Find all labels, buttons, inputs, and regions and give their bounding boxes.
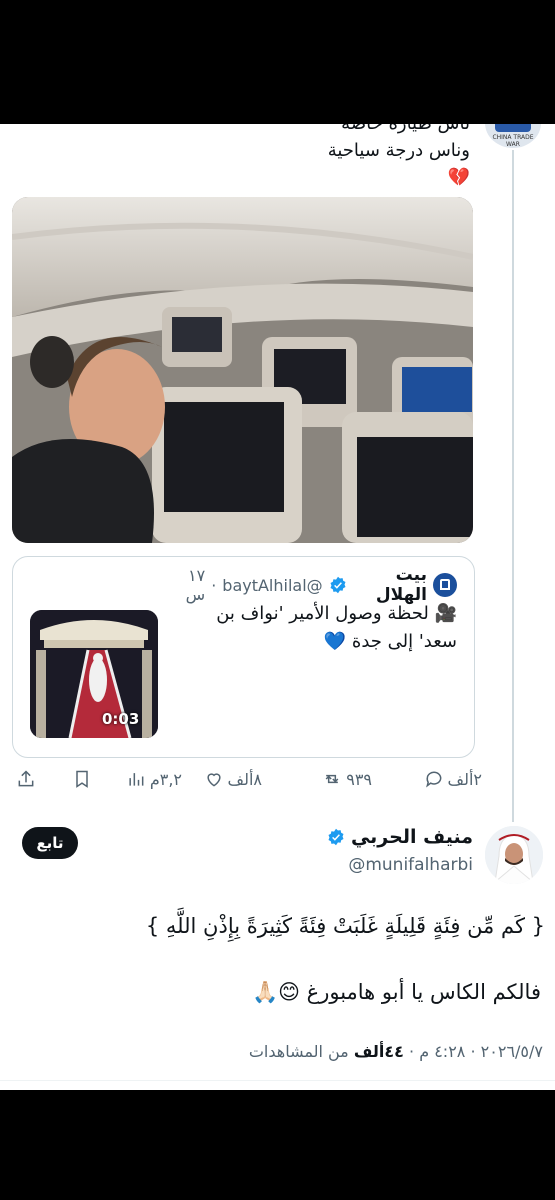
bookmark-button[interactable] [72, 764, 92, 794]
quoted-video-thumbnail[interactable]: 0:03 [30, 610, 158, 738]
reply-count: ٢ألف [447, 769, 482, 789]
reply-icon [425, 771, 441, 788]
reply-button[interactable]: ٢ألف [424, 764, 482, 794]
quoted-text-line2: سعد' إلى جدة 💙 [323, 631, 457, 652]
quoted-handle: @baytAlhilal [222, 575, 323, 595]
quoted-time: ١٧ س [185, 566, 206, 604]
tweet-action-bar: ٢ألف ٩٣٩ ٨ألف ٣,٢م [12, 764, 482, 794]
top-black-band-mask [0, 0, 555, 124]
tweet-text-emoji: 💔 [447, 167, 470, 188]
meta-dot: · [409, 1042, 415, 1061]
tweet-text-line2: وناس درجة سياحية [327, 140, 470, 161]
verified-badge-icon [328, 828, 344, 846]
bottom-black-band [0, 1090, 555, 1200]
quoted-name: بيت الهلال [375, 565, 427, 605]
thread-line [512, 150, 514, 822]
retweet-count: ٩٣٩ [346, 769, 372, 789]
share-button[interactable] [16, 764, 36, 794]
reply-text-line2: فالكم الكاس يا أبو هامبورغ 😊🙏🏻 [251, 980, 541, 1004]
views-count: ٣,٢م [149, 769, 182, 789]
quoted-avatar-logo-icon[interactable] [433, 573, 457, 597]
airplane-cabin-image [12, 197, 473, 543]
quoted-tweet-header: بيت الهلال @baytAlhilal · ١٧ س [170, 565, 457, 605]
share-icon [18, 770, 34, 787]
reply-author-name-row: منيف الحربي [327, 826, 473, 848]
like-button[interactable]: ٨ألف [204, 764, 262, 794]
bookmark-icon [76, 770, 88, 788]
reply-text-line1: { كَم مِّن فِئَةٍ قَلِيلَةٍ غَلَبَتْ فِئ… [145, 914, 545, 938]
tweet-photo[interactable] [12, 197, 473, 543]
reply-views-count: ٤٤ألف [353, 1042, 404, 1061]
views-button[interactable]: ٣,٢م [126, 764, 182, 794]
divider [0, 1080, 555, 1081]
avatar-caption: CHINA TRADE WAR [492, 134, 534, 148]
bar-chart-icon [129, 773, 144, 786]
reply-meta: ٢٠٢٦/٥/٧ · ٤:٢٨ م · ٤٤ألف من المشاهدات [63, 1042, 543, 1061]
quoted-text-line1: 🎥 لحظة وصول الأمير 'نواف بن [216, 603, 457, 624]
heart-icon [206, 773, 221, 787]
quoted-separator: · [211, 575, 217, 595]
verified-badge-icon [330, 576, 346, 594]
video-duration: 0:03 [102, 710, 140, 728]
follow-button[interactable]: تابع [22, 827, 78, 859]
retweet-button[interactable]: ٩٣٩ [322, 764, 372, 794]
reply-date: ٢٠٢٦/٥/٧ [480, 1042, 543, 1061]
reply-author-name[interactable]: منيف الحربي [351, 826, 473, 848]
reply-views-label: من المشاهدات [248, 1042, 349, 1061]
reply-time: ٤:٢٨ م [419, 1042, 466, 1061]
like-count: ٨ألف [227, 769, 262, 789]
retweet-icon [325, 774, 339, 784]
reply-author-handle[interactable]: @munifalharbi [348, 855, 473, 875]
quoted-tweet-text: 🎥 لحظة وصول الأمير 'نواف بن سعد' إلى جدة… [170, 600, 457, 656]
avatar-image [485, 826, 543, 884]
reply-author-avatar[interactable] [485, 826, 543, 884]
meta-dot: · [470, 1042, 476, 1061]
